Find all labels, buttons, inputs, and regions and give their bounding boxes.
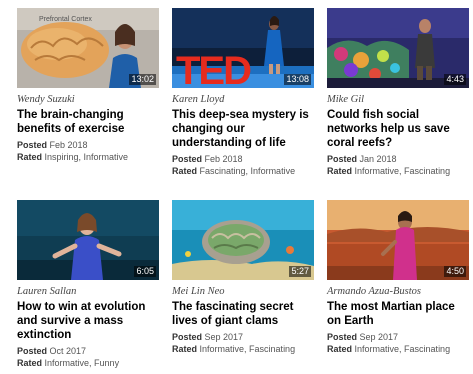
posted-info: Posted Jan 2018 — [327, 153, 469, 165]
talk-card[interactable]: 4:43 Mike Gil Could fish social networks… — [327, 8, 469, 177]
talk-thumbnail[interactable]: TED 13:08 — [172, 8, 314, 88]
rated-tags: Informative, Fascinating — [199, 344, 296, 354]
talk-card[interactable]: 5:27 Mei Lin Neo The fascinating secret … — [172, 200, 314, 355]
rated-info: Rated Informative, Funny — [17, 357, 159, 369]
posted-info: Posted Oct 2017 — [17, 345, 159, 357]
talk-grid: Prefrontal Cortex 13:02 Wendy Suzuki The… — [0, 0, 473, 374]
posted-label: Posted — [172, 154, 203, 164]
speaker-name: Karen Lloyd — [172, 94, 225, 105]
talk-thumbnail[interactable]: 4:43 — [327, 8, 469, 88]
duration-badge: 6:05 — [134, 266, 156, 277]
posted-date: Jan 2018 — [359, 154, 397, 164]
talk-title[interactable]: How to win at evolution and survive a ma… — [17, 300, 159, 342]
posted-label: Posted — [17, 346, 48, 356]
speaker-name: Armando Azua-Bustos — [327, 286, 422, 297]
talk-card[interactable]: Prefrontal Cortex 13:02 Wendy Suzuki The… — [17, 8, 159, 163]
duration-badge: 5:27 — [289, 266, 311, 277]
rated-tags: Informative, Fascinating — [354, 344, 451, 354]
rated-label: Rated — [17, 358, 43, 368]
posted-date: Feb 2018 — [49, 140, 88, 150]
svg-text:Prefrontal Cortex: Prefrontal Cortex — [39, 16, 92, 23]
speaker-name: Mei Lin Neo — [172, 286, 225, 297]
speaker-name: Wendy Suzuki — [17, 94, 75, 105]
speaker-name: Lauren Sallan — [17, 286, 77, 297]
posted-date: Feb 2018 — [204, 154, 243, 164]
rated-tags: Informative, Funny — [44, 358, 120, 368]
posted-label: Posted — [17, 140, 48, 150]
posted-info: Posted Sep 2017 — [327, 331, 469, 343]
talk-title[interactable]: The most Martian place on Earth — [327, 300, 469, 328]
talk-title[interactable]: The fascinating secret lives of giant cl… — [172, 300, 314, 328]
rated-info: Rated Informative, Fascinating — [172, 343, 314, 355]
duration-badge: 13:02 — [129, 74, 156, 85]
posted-date: Oct 2017 — [49, 346, 87, 356]
rated-info: Rated Informative, Fascinating — [327, 343, 469, 355]
rated-label: Rated — [172, 344, 198, 354]
talk-thumbnail[interactable]: 5:27 — [172, 200, 314, 280]
rated-info: Rated Fascinating, Informative — [172, 165, 314, 177]
posted-label: Posted — [327, 154, 358, 164]
rated-tags: Informative, Fascinating — [354, 166, 451, 176]
posted-info: Posted Feb 2018 — [17, 139, 159, 151]
talk-thumbnail[interactable]: Prefrontal Cortex 13:02 — [17, 8, 159, 88]
posted-label: Posted — [172, 332, 203, 342]
rated-tags: Inspiring, Informative — [44, 152, 129, 162]
posted-date: Sep 2017 — [359, 332, 399, 342]
ted-logo-text: TED — [176, 49, 251, 88]
rated-label: Rated — [327, 344, 353, 354]
posted-date: Sep 2017 — [204, 332, 244, 342]
talk-thumbnail[interactable]: 6:05 — [17, 200, 159, 280]
posted-info: Posted Sep 2017 — [172, 331, 314, 343]
talk-card[interactable]: 6:05 Lauren Sallan How to win at evoluti… — [17, 200, 159, 369]
speaker-name: Mike Gil — [327, 94, 365, 105]
talk-thumbnail[interactable]: 4:50 — [327, 200, 469, 280]
posted-info: Posted Feb 2018 — [172, 153, 314, 165]
talk-title[interactable]: This deep-sea mystery is changing our un… — [172, 108, 314, 150]
rated-label: Rated — [17, 152, 43, 162]
duration-badge: 4:43 — [444, 74, 466, 85]
talk-card[interactable]: 4:50 Armando Azua-Bustos The most Martia… — [327, 200, 469, 355]
duration-badge: 13:08 — [284, 74, 311, 85]
posted-label: Posted — [327, 332, 358, 342]
rated-label: Rated — [172, 166, 198, 176]
talk-title[interactable]: The brain-changing benefits of exercise — [17, 108, 159, 136]
talk-card[interactable]: TED 13:08 Karen Lloyd This deep-sea myst… — [172, 8, 314, 177]
talk-title[interactable]: Could fish social networks help us save … — [327, 108, 469, 150]
rated-tags: Fascinating, Informative — [199, 166, 296, 176]
rated-label: Rated — [327, 166, 353, 176]
rated-info: Rated Inspiring, Informative — [17, 151, 159, 163]
duration-badge: 4:50 — [444, 266, 466, 277]
rated-info: Rated Informative, Fascinating — [327, 165, 469, 177]
